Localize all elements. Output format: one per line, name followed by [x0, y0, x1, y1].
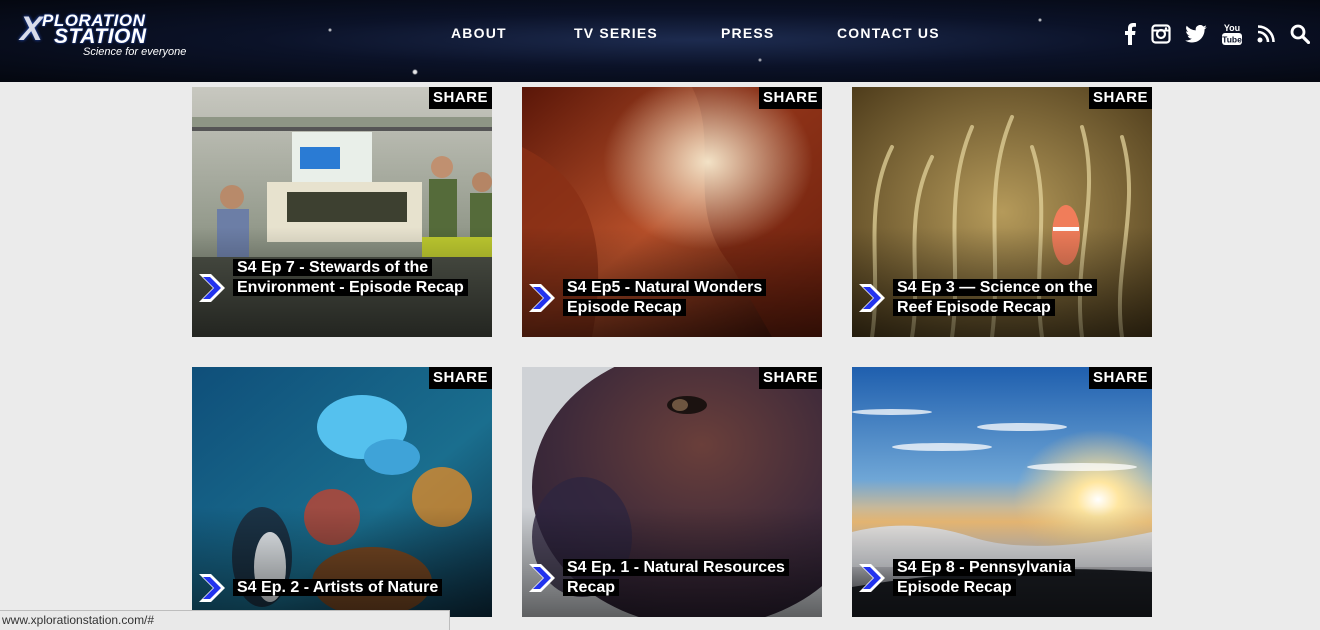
youtube-icon[interactable]: You Tube	[1220, 22, 1244, 46]
rss-icon[interactable]	[1254, 22, 1278, 46]
browser-status-bar: www.xplorationstation.com/#	[0, 610, 450, 630]
share-button[interactable]: SHARE	[428, 367, 492, 389]
chevron-right-icon	[529, 564, 555, 592]
episode-card-s4-ep8[interactable]: SHARE S4 Ep 8 - Pennsylvania Episode Rec…	[852, 367, 1152, 617]
nav-about[interactable]: ABOUT	[451, 25, 507, 41]
logo-tagline: Science for everyone	[83, 46, 187, 58]
share-button[interactable]: SHARE	[758, 367, 822, 389]
episode-card-s4-ep1[interactable]: SHARE S4 Ep. 1 - Natural Resources Recap	[522, 367, 822, 617]
svg-text:Tube: Tube	[1222, 35, 1242, 45]
share-button[interactable]: SHARE	[428, 87, 492, 109]
card-title: S4 Ep 3 — Science on the Reef Episode Re…	[893, 278, 1129, 318]
card-title: S4 Ep. 2 - Artists of Nature	[233, 578, 469, 598]
share-button[interactable]: SHARE	[1088, 367, 1152, 389]
card-title: S4 Ep 8 - Pennsylvania Episode Recap	[893, 558, 1129, 598]
episode-card-s4-ep3[interactable]: SHARE S4 Ep 3 — Science on the Reef Epis…	[852, 87, 1152, 337]
chevron-right-icon	[199, 574, 225, 602]
nav-contact-us[interactable]: CONTACT US	[837, 25, 940, 41]
instagram-icon[interactable]	[1149, 22, 1173, 46]
facebook-icon[interactable]	[1118, 22, 1142, 46]
search-icon[interactable]	[1288, 22, 1312, 46]
episode-card-s4-ep5[interactable]: SHARE S4 Ep5 - Natural Wonders Episode R…	[522, 87, 822, 337]
site-logo[interactable]: X PLORATION STATION Science for everyone	[20, 8, 210, 68]
share-button[interactable]: SHARE	[758, 87, 822, 109]
chevron-right-icon	[859, 564, 885, 592]
nav-tv-series[interactable]: TV SERIES	[574, 25, 658, 41]
svg-text:You: You	[1224, 23, 1240, 33]
site-header: X PLORATION STATION Science for everyone…	[0, 0, 1320, 82]
chevron-right-icon	[529, 284, 555, 312]
card-title: S4 Ep. 1 - Natural Resources Recap	[563, 558, 799, 598]
chevron-right-icon	[859, 284, 885, 312]
episode-card-s4-ep7[interactable]: SHARE S4 Ep 7 - Stewards of the Environm…	[192, 87, 492, 337]
card-title: S4 Ep 7 - Stewards of the Environment - …	[233, 258, 469, 298]
share-button[interactable]: SHARE	[1088, 87, 1152, 109]
card-title: S4 Ep5 - Natural Wonders Episode Recap	[563, 278, 799, 318]
logo-x-letter: X	[20, 10, 43, 48]
nav-press[interactable]: PRESS	[721, 25, 774, 41]
card-gradient	[192, 507, 492, 617]
chevron-right-icon	[199, 274, 225, 302]
episode-card-s4-ep2[interactable]: SHARE S4 Ep. 2 - Artists of Nature	[192, 367, 492, 617]
twitter-icon[interactable]	[1184, 22, 1208, 46]
